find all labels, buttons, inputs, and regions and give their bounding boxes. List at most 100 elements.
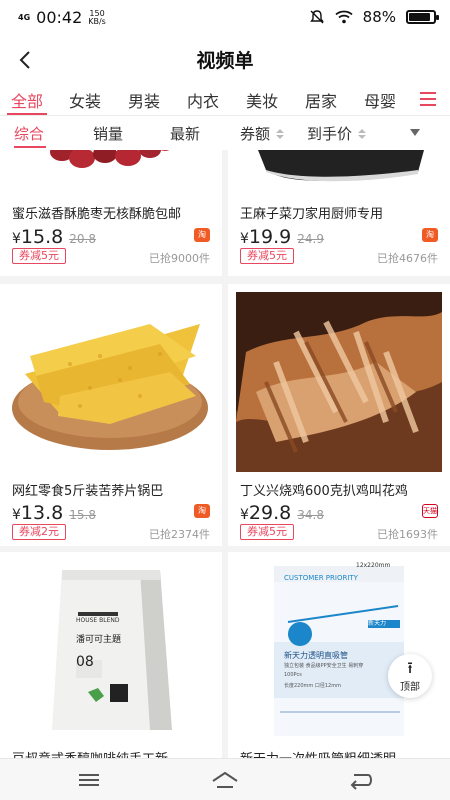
sort-label: 到手价: [307, 125, 353, 143]
battery-icon: [406, 10, 439, 24]
original-price: 34.8: [297, 508, 324, 522]
sold-count: 已抢1693件: [377, 528, 438, 541]
box-spec-text: 长度220mm 口径12mm: [284, 683, 341, 689]
category-tabs: 全部 女装 男装 内衣 美妆 居家 母婴: [0, 84, 450, 116]
taobao-icon: 淘: [194, 228, 210, 242]
red-dates-image: [0, 150, 222, 174]
sort-label: 最新: [170, 125, 201, 143]
sort-label: 综合: [14, 125, 45, 143]
page-title: 视频单: [196, 50, 254, 72]
header: 视频单: [0, 36, 450, 84]
sort-label: 券额: [240, 125, 271, 143]
price-row: ¥ 13.8 15.8: [12, 502, 96, 524]
home-nav-icon[interactable]: [210, 769, 240, 791]
back-nav-icon[interactable]: [346, 769, 376, 791]
coupon-badge: 券减5元: [240, 524, 294, 540]
box-heading-text: CUSTOMER PRIORITY: [284, 574, 358, 582]
final-price: 13.8: [20, 502, 64, 524]
back-to-top-label: 顶部: [400, 682, 420, 693]
active-tab-indicator: [7, 113, 47, 115]
yen-symbol: ¥: [12, 507, 21, 523]
product-card[interactable]: 王麻子菜刀家用厨师专用 ¥ 19.9 24.9 淘 券减5元 已抢4676件: [228, 150, 450, 276]
status-bar: 4G 00:42 150 KB/s 88%: [0, 0, 450, 36]
speed-unit: KB/s: [88, 16, 106, 26]
taobao-icon: 淘: [422, 228, 438, 242]
original-price: 24.9: [297, 232, 324, 246]
box-size-text: 12x220mm: [356, 562, 391, 569]
system-nav-bar: [0, 758, 450, 800]
yen-symbol: ¥: [240, 507, 249, 523]
taobao-icon: 淘: [194, 504, 210, 518]
box-sub-text: 独立包装 食品级PP安全卫生 易刺穿: [284, 663, 364, 669]
category-tab-women[interactable]: 女装: [69, 88, 101, 112]
category-tab-all[interactable]: 全部: [11, 88, 43, 112]
battery-percent: 88%: [362, 8, 396, 26]
box-title-text: 新天力透明直吸管: [284, 651, 348, 660]
menu-nav-icon[interactable]: [74, 769, 104, 791]
network-speed: 150 KB/s: [88, 9, 106, 26]
menu-icon[interactable]: [420, 92, 436, 106]
yen-symbol: ¥: [12, 231, 21, 247]
product-name: 网红零食5斤装苦荞片锅巴: [12, 484, 164, 499]
sort-comprehensive[interactable]: 综合: [14, 123, 44, 144]
sold-count: 已抢4676件: [377, 252, 438, 265]
roast-chicken-image: [236, 292, 442, 472]
final-price: 15.8: [20, 226, 64, 248]
buckwheat-crisps-image: [0, 284, 222, 480]
category-tab-underwear[interactable]: 内衣: [187, 88, 219, 112]
price-row: ¥ 15.8 20.8: [12, 226, 96, 248]
product-card[interactable]: 网红零食5斤装苦荞片锅巴 ¥ 13.8 15.8 淘 券减2元 已抢2374件: [0, 284, 222, 546]
bag-title-text: 潘可可主題: [76, 635, 122, 645]
original-price: 20.8: [69, 232, 96, 246]
product-name: 王麻子菜刀家用厨师专用: [240, 207, 384, 222]
yen-symbol: ¥: [240, 231, 249, 247]
sort-final-price[interactable]: 到手价: [307, 123, 367, 144]
final-price: 19.9: [248, 226, 292, 248]
sort-label: 销量: [93, 125, 124, 143]
sort-newest[interactable]: 最新: [170, 123, 200, 144]
screen: 4G 00:42 150 KB/s 88% 视频单 全部 女装 男装 内衣 美妆…: [0, 0, 450, 800]
product-grid: 蜜乐滋香酥脆枣无核酥脆包邮 ¥ 15.8 20.8 淘 券减5元 已抢9000件…: [0, 150, 450, 758]
network-indicator: 4G: [18, 12, 31, 22]
straw-box-image: 12x220mm CUSTOMER PRIORITY 新天力 新天力透明直吸管 …: [228, 552, 450, 742]
coupon-badge: 券减2元: [12, 524, 66, 540]
arrow-up-icon: ⭱: [407, 658, 413, 677]
category-tab-men[interactable]: 男装: [128, 88, 160, 112]
sort-arrows-icon: [358, 128, 367, 139]
product-card[interactable]: HOUSE BLEND 潘可可主題 08 豆叔意式香醇咖啡纯手工新…: [0, 552, 222, 758]
coffee-bag-image: HOUSE BLEND 潘可可主題 08: [0, 552, 222, 742]
box-brand-text: 新天力: [368, 620, 387, 627]
mute-icon: [309, 10, 324, 24]
category-tab-baby[interactable]: 母婴: [364, 88, 396, 112]
product-name: 豆叔意式香醇咖啡纯手工新…: [12, 748, 212, 758]
sort-coupon-amount[interactable]: 券额: [240, 123, 285, 144]
wifi-icon: [335, 10, 353, 24]
category-tab-beauty[interactable]: 美妆: [246, 88, 278, 112]
original-price: 15.8: [69, 508, 96, 522]
final-price: 29.8: [248, 502, 292, 524]
sort-bar: 综合 销量 最新 券额 到手价: [0, 116, 450, 150]
category-tab-home[interactable]: 居家: [305, 88, 337, 112]
tmall-icon: 天猫: [422, 504, 438, 518]
sold-count: 已抢9000件: [149, 252, 210, 265]
product-name: 蜜乐滋香酥脆枣无核酥脆包邮: [12, 207, 182, 222]
back-to-top-button[interactable]: ⭱ 顶部: [388, 654, 432, 698]
box-count-text: 100Pcs: [284, 672, 302, 678]
price-row: ¥ 29.8 34.8: [240, 502, 324, 524]
sold-count: 已抢2374件: [149, 528, 210, 541]
active-sort-indicator: [14, 146, 46, 148]
filter-icon[interactable]: [410, 129, 420, 136]
sort-sales[interactable]: 销量: [93, 123, 123, 144]
product-card[interactable]: 丁义兴烧鸡600克扒鸡叫花鸡 ¥ 29.8 34.8 天猫 券减5元 已抢169…: [228, 284, 450, 546]
product-name: 新天力一次性吸管粗细透明…: [240, 748, 440, 758]
coupon-badge: 券减5元: [12, 248, 66, 264]
price-row: ¥ 19.9 24.9: [240, 226, 324, 248]
product-card[interactable]: 蜜乐滋香酥脆枣无核酥脆包邮 ¥ 15.8 20.8 淘 券减5元 已抢9000件: [0, 150, 222, 276]
kitchen-knife-image: [228, 150, 450, 184]
clock: 00:42: [36, 8, 83, 27]
coupon-badge: 券减5元: [240, 248, 294, 264]
sort-arrows-icon: [276, 128, 285, 139]
product-name: 丁义兴烧鸡600克扒鸡叫花鸡: [240, 484, 408, 499]
bag-brand-text: HOUSE BLEND: [76, 617, 120, 624]
bag-number-text: 08: [76, 654, 94, 670]
